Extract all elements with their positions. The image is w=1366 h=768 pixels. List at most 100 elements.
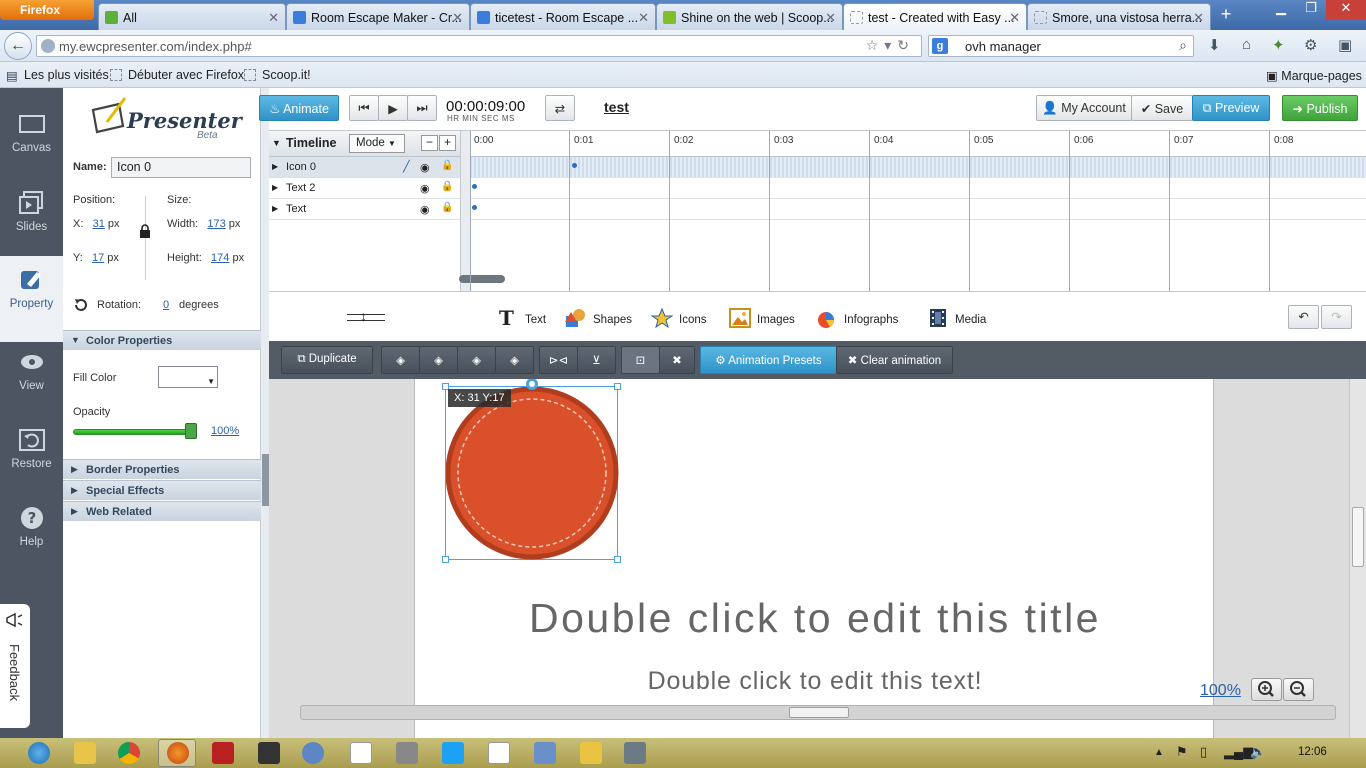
bring-forward-button[interactable]: ◈ (419, 346, 458, 374)
send-to-back-button[interactable]: ◈ (495, 346, 534, 374)
skip-back-button[interactable]: ⏮ (349, 95, 379, 121)
publish-button[interactable]: ➜ Publish (1282, 95, 1358, 121)
timeline-track[interactable] (470, 178, 1366, 199)
keyframe-marker[interactable] (472, 205, 477, 210)
close-icon[interactable]: ✕ (1193, 10, 1204, 26)
close-icon[interactable]: ✕ (1009, 10, 1020, 26)
app-icon[interactable] (624, 742, 646, 764)
preview-button[interactable]: ⧉ Preview (1192, 95, 1270, 121)
eye-icon[interactable]: ◉ (420, 182, 430, 195)
keyframe-marker[interactable] (472, 184, 477, 189)
bookmarks-menu[interactable]: ▣ Marque-pages (1266, 68, 1362, 83)
zoom-out-button[interactable] (1283, 678, 1314, 701)
firefox-menu-button[interactable]: Firefox (0, 0, 94, 20)
vertical-scrollbar[interactable] (1349, 379, 1366, 738)
browser-tab-active[interactable]: test - Created with Easy ... ✕ (843, 3, 1027, 30)
save-button[interactable]: ✔ Save (1131, 95, 1193, 121)
animation-presets-button[interactable]: ⚙ Animation Presets (700, 346, 837, 374)
chrome-icon[interactable] (118, 742, 140, 764)
eye-icon[interactable]: ◉ (420, 203, 430, 216)
close-icon[interactable]: ✕ (268, 10, 279, 26)
home-icon[interactable]: ⌂ (1242, 36, 1251, 53)
selection-box[interactable] (442, 379, 621, 563)
section-border-properties[interactable]: ▶ Border Properties (63, 459, 261, 479)
network-icon[interactable]: ▂▄▆ (1224, 744, 1253, 760)
insert-text-button[interactable]: T Text (497, 308, 546, 328)
animate-button[interactable]: ♨ Animate (259, 95, 339, 121)
keyframe-marker[interactable] (572, 163, 577, 168)
canvas-stage[interactable]: X: 31 Y:17 Double click to edit this tit… (269, 379, 1349, 738)
search-input[interactable]: g ovh manager ⌕ (928, 35, 1194, 57)
resize-handle-icon[interactable]: ↕ (360, 308, 367, 324)
flip-horizontal-button[interactable]: ⊳⊲ (539, 346, 578, 374)
virtualbox-icon[interactable] (534, 742, 556, 764)
flip-vertical-button[interactable]: ⊻ (577, 346, 616, 374)
lock-icon[interactable]: 🔒 (441, 181, 453, 192)
twitter-icon[interactable] (442, 742, 464, 764)
sidebar-item-view[interactable]: View (0, 338, 63, 412)
timeline-splitter[interactable] (460, 131, 470, 291)
sidebar-item-canvas[interactable]: Canvas (0, 100, 63, 174)
opacity-slider[interactable] (73, 429, 193, 435)
bookmark-item[interactable]: Les plus visités (24, 68, 109, 82)
close-icon[interactable]: ✕ (638, 10, 649, 26)
battery-icon[interactable]: ▯ (1200, 744, 1207, 760)
name-field[interactable]: Icon 0 (111, 157, 251, 178)
pencil-icon[interactable]: ╱ (403, 160, 410, 173)
x-value[interactable]: 31 (93, 218, 105, 230)
ie-icon[interactable] (28, 742, 50, 764)
notepad-icon[interactable] (488, 742, 510, 764)
lock-icon[interactable]: 🔒 (441, 160, 453, 171)
tray-expand-icon[interactable]: ▲ (1154, 747, 1164, 758)
url-bar[interactable]: my.ewcpresenter.com/index.php# ☆▾↻ (36, 35, 922, 57)
y-value[interactable]: 17 (92, 252, 104, 264)
slide-body-text[interactable]: Double click to edit this text! (415, 667, 1215, 696)
sidebar-item-slides[interactable]: Slides (0, 179, 63, 253)
timeline-layer-row[interactable]: ▶ Text 2 ◉ 🔒 (269, 178, 460, 199)
opacity-slider-handle[interactable] (185, 423, 197, 439)
vertical-scroll-thumb[interactable] (1352, 507, 1364, 567)
send-backward-button[interactable]: ◈ (457, 346, 496, 374)
opacity-value[interactable]: 100% (211, 425, 239, 437)
section-web-related[interactable]: ▶ Web Related (63, 501, 261, 521)
zoom-out-timeline-button[interactable]: − (421, 135, 438, 151)
browser-tab[interactable]: Smore, una vistosa herra... ✕ (1027, 3, 1211, 30)
close-icon[interactable]: ✕ (825, 10, 836, 26)
sidebar-item-help[interactable]: ? Help (0, 494, 63, 568)
zoom-in-button[interactable] (1251, 678, 1282, 701)
search-icon[interactable]: ⌕ (1179, 37, 1187, 54)
maximize-button[interactable]: ❐ (1296, 0, 1326, 20)
minimize-button[interactable]: ▁ (1266, 0, 1296, 20)
bookmark-item[interactable]: Débuter avec Firefox (110, 68, 244, 82)
section-color-properties[interactable]: ▼ Color Properties (63, 330, 261, 350)
insert-images-button[interactable]: Images (729, 308, 795, 328)
close-icon[interactable]: ✕ (452, 10, 463, 26)
rotation-value[interactable]: 0 (163, 299, 169, 311)
download-icon[interactable]: ⬇ (1208, 36, 1221, 54)
resize-handle[interactable] (614, 383, 621, 390)
volume-icon[interactable]: 🔈 (1250, 744, 1266, 760)
app-icon[interactable] (580, 742, 602, 764)
eye-icon[interactable]: ◉ (420, 161, 430, 174)
sidebar-item-restore[interactable]: Restore (0, 416, 63, 490)
width-value[interactable]: 173 (207, 218, 225, 230)
timeline-layer-row[interactable]: ▶ Text ◉ 🔒 (269, 199, 460, 220)
insert-media-button[interactable]: Media (927, 308, 986, 328)
play-button[interactable]: ▶ (378, 95, 408, 121)
sidebar-item-property[interactable]: Property (0, 256, 63, 342)
insert-shapes-button[interactable]: Shapes (565, 308, 632, 328)
delete-button[interactable]: ✖ (659, 346, 695, 374)
timeline-track[interactable] (470, 199, 1366, 220)
feedback-tab[interactable]: Feedback (0, 604, 30, 728)
mode-dropdown[interactable]: Mode ▼ (349, 134, 405, 153)
window-close-button[interactable]: ✕ (1326, 0, 1366, 20)
slide-canvas[interactable]: X: 31 Y:17 Double click to edit this tit… (414, 379, 1214, 738)
circle-icon-object[interactable] (445, 386, 619, 561)
bookmark-item[interactable]: Scoop.it! (244, 68, 311, 82)
bookmark-star-icon[interactable]: ☆▾↻ (866, 37, 915, 54)
duplicate-button[interactable]: ⧉ Duplicate (281, 346, 373, 374)
timeline-track[interactable] (470, 157, 1366, 178)
bring-to-front-button[interactable]: ◈ (381, 346, 420, 374)
horizontal-scrollbar[interactable] (300, 705, 1336, 720)
slide-title-text[interactable]: Double click to edit this title (415, 595, 1215, 642)
